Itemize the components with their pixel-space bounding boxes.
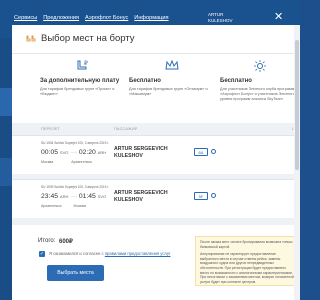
total-value: 600₽ — [59, 239, 73, 245]
arr-city: Архангельск — [71, 160, 92, 164]
arr-code: SVO — [97, 194, 107, 199]
table-row[interactable]: SU 1534 Sukhoi Superjet 100, 2 августа 2… — [12, 135, 300, 174]
panel-header: Выбор мест на борту — [26, 33, 135, 44]
svg-text:₽: ₽ — [84, 60, 88, 67]
column-header-flight: ПЕРЕЛЕТ — [41, 127, 61, 131]
note-paragraph: После заказа мест оплата бронирования во… — [200, 240, 293, 249]
dep-time: 23:45 — [41, 193, 59, 200]
arrow-icon: —› — [70, 150, 77, 156]
fare-option-free-elite: Бесплатно Для участников Элитного клуба … — [220, 59, 300, 102]
table-row[interactable]: SU 1539 Sukhoi Superjet 100, 3 августа 2… — [12, 179, 300, 218]
fare-desc: Для тарифов брендовых групп «Промо» и «Б… — [40, 87, 115, 96]
flight-meta: SU 1539 Sukhoi Superjet 100, 3 августа 2… — [41, 185, 109, 189]
passenger-name: ARTUR SERGEEVICH KULESHOV — [114, 190, 168, 203]
flight-cities: Москва Архангельск — [41, 160, 92, 164]
info-note: После заказа мест оплата бронирования во… — [195, 236, 300, 286]
dep-time: 00:05 — [41, 149, 59, 156]
arrow-icon: —› — [70, 194, 77, 200]
fare-option-free-brand: Бесплатно Для тарифов брендовых групп «О… — [129, 59, 215, 97]
fare-desc: Для участников Элитного клуба программы … — [220, 87, 297, 101]
page-title: Выбор мест на борту — [41, 33, 135, 44]
fare-title: За дополнительную плату — [40, 78, 120, 84]
user-name[interactable]: ARTUR KULESHOV — [208, 12, 248, 23]
edit-icon[interactable] — [211, 193, 216, 198]
arr-time: 02:20 — [78, 149, 96, 156]
flight-cities: Архангельск Москва — [41, 204, 86, 208]
flight-meta: SU 1534 Sukhoi Superjet 100, 2 августа 2… — [41, 141, 109, 145]
crown-icon — [165, 59, 179, 70]
seat-badge[interactable]: 5F — [194, 192, 208, 200]
flight-times: 00:05 SVO —› 02:20 ARH — [41, 149, 106, 156]
dep-code: SVO — [59, 150, 69, 155]
agree-label: Я ознакомился и согласен с — [49, 251, 105, 256]
nav-item-offers[interactable]: Предложения — [43, 15, 79, 21]
flights-table: ПЕРЕЛЕТ ПАССАЖИР Ц SU 1534 Sukhoi Superj… — [12, 123, 300, 225]
fare-desc: Для тарифов брендовых групп «Оптимум» и … — [129, 87, 208, 96]
nav-item-bonus[interactable]: Аэрофлот Бонус — [85, 15, 128, 21]
agree-checkbox[interactable]: ✓ — [39, 251, 45, 257]
sidebar — [0, 38, 12, 300]
arr-city: Москва — [73, 204, 86, 208]
seat-badge[interactable]: 6A — [194, 148, 208, 156]
arr-code: ARH — [97, 150, 107, 155]
nav-item-services[interactable]: Сервисы — [14, 15, 37, 21]
dep-code: ARH — [59, 194, 69, 199]
scrollbar-thumb[interactable] — [295, 40, 299, 170]
seat-selection-panel: Выбор мест на борту ₽ За дополнительную … — [12, 25, 300, 300]
nav-item-info[interactable]: Информация — [134, 15, 168, 21]
divider — [12, 53, 300, 54]
column-header-passenger: ПАССАЖИР — [114, 127, 138, 131]
select-seats-button[interactable]: Выбрать места — [47, 265, 104, 281]
close-icon[interactable]: ✕ — [274, 12, 283, 23]
passenger-name: ARTUR SERGEEVICH KULESHOV — [114, 146, 168, 159]
rules-link[interactable]: правилами предоставления услуг — [105, 251, 171, 256]
dep-city: Москва — [41, 160, 54, 164]
rouble-chair-icon: ₽ — [77, 60, 88, 70]
fare-title: Бесплатно — [220, 78, 252, 84]
dep-city: Архангельск — [41, 204, 62, 208]
edit-icon[interactable] — [211, 149, 216, 154]
sun-icon — [254, 60, 266, 72]
arr-time: 01:45 — [78, 193, 96, 200]
seat-icon — [26, 35, 36, 41]
fare-option-paid: ₽ За дополнительную плату Для тарифов бр… — [40, 59, 126, 97]
sidebar-tab[interactable] — [0, 158, 12, 186]
nav-menu: Сервисы Предложения Аэрофлот Бонус Инфор… — [14, 15, 169, 21]
flight-times: 23:45 ARH —› 01:45 SVO — [41, 193, 106, 200]
total-label: Итого: — [38, 238, 56, 244]
agree-text: Я ознакомился и согласен с правилами пре… — [49, 251, 171, 256]
note-paragraph: Аннулирование не гарантирует предоставле… — [200, 252, 294, 284]
sidebar-tab-active[interactable] — [0, 88, 12, 116]
fare-title: Бесплатно — [129, 78, 161, 84]
